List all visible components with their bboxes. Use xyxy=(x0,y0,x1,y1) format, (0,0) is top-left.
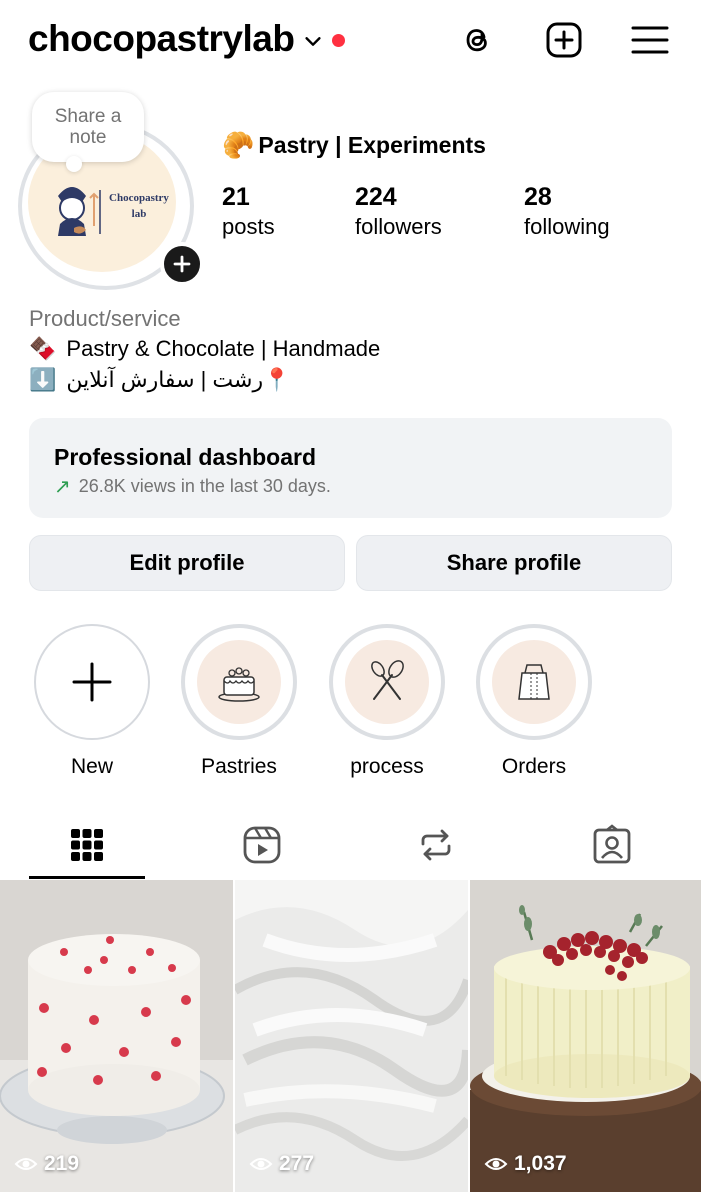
highlight-ring xyxy=(329,624,445,740)
dashboard-title: Professional dashboard xyxy=(54,444,317,470)
view-count: 277 xyxy=(249,1152,314,1176)
profile-category: Product/service xyxy=(29,306,181,331)
notification-dot xyxy=(332,34,346,47)
grid-icon xyxy=(71,829,103,861)
create-post-icon[interactable] xyxy=(544,20,584,60)
reels-icon xyxy=(243,826,281,864)
professional-dashboard-card[interactable]: Professional dashboard ↗ 26.8K views in … xyxy=(29,418,672,518)
view-count-text: 219 xyxy=(44,1152,80,1175)
highlight-orders[interactable]: Orders xyxy=(476,624,592,779)
avatar-brand-text: Chocopastry lab xyxy=(109,192,169,220)
paper-bag-icon xyxy=(518,664,550,700)
chocolate-emoji: 🍫 xyxy=(29,336,57,361)
whisk-icon xyxy=(371,660,404,700)
share-profile-button[interactable]: Share profile xyxy=(356,535,672,591)
following-label: following xyxy=(524,214,610,239)
add-story-button[interactable] xyxy=(160,242,204,286)
followers-count: 224 xyxy=(355,183,397,211)
highlight-new[interactable]: New xyxy=(34,624,150,779)
share-note-bubble[interactable]: Share a note xyxy=(32,92,144,172)
post-thumbnail[interactable]: 1,037 xyxy=(470,880,701,1192)
edit-profile-button[interactable]: Edit profile xyxy=(29,535,345,591)
highlight-label: Orders xyxy=(501,755,567,778)
followers-label: followers xyxy=(355,214,442,239)
view-count-text: 1,037 xyxy=(514,1152,567,1175)
display-name-text: Pastry | Experiments xyxy=(258,132,486,158)
posts-count: 21 xyxy=(222,183,250,211)
following-stat[interactable]: 28 following xyxy=(524,183,610,243)
highlight-pastries[interactable]: Pastries xyxy=(181,624,297,779)
highlight-label: Pastries xyxy=(201,755,277,778)
tab-reels[interactable] xyxy=(204,812,320,878)
croissant-emoji: 🥐 xyxy=(222,130,255,160)
down-arrow-emoji: ⬇️ xyxy=(29,367,57,392)
active-tab-indicator xyxy=(29,876,145,879)
following-count: 28 xyxy=(524,183,552,211)
tab-grid[interactable] xyxy=(29,812,145,878)
share-note-label: Share a note xyxy=(54,106,122,148)
post-thumbnail[interactable]: 219 xyxy=(0,880,233,1192)
chevron-down-icon[interactable] xyxy=(302,30,324,52)
bio-text: رشت | سفارش آنلاین📍 xyxy=(66,367,291,392)
top-bar: chocopastrylab xyxy=(0,0,701,84)
plus-icon xyxy=(72,662,112,702)
highlight-label: process xyxy=(350,755,424,778)
followers-stat[interactable]: 224 followers xyxy=(355,183,442,243)
account-switcher[interactable]: chocopastrylab xyxy=(28,18,346,60)
username[interactable]: chocopastrylab xyxy=(28,18,295,60)
highlight-ring xyxy=(181,624,297,740)
bio-line: ⬇️ رشت | سفارش آنلاین📍 xyxy=(29,367,291,393)
heart-cake-image xyxy=(0,880,233,1192)
profile-tabs xyxy=(0,812,701,880)
berry-cake-image xyxy=(470,880,701,1192)
eye-icon xyxy=(249,1158,273,1170)
posts-label: posts xyxy=(222,214,275,239)
threads-icon[interactable] xyxy=(457,20,497,60)
view-count: 1,037 xyxy=(484,1152,567,1176)
trend-up-icon: ↗ xyxy=(54,476,71,498)
plus-icon xyxy=(173,255,191,273)
post-thumbnail[interactable]: 277 xyxy=(235,880,468,1192)
eye-icon xyxy=(14,1158,38,1170)
cake-icon xyxy=(218,667,260,702)
dashboard-subtitle: ↗ 26.8K views in the last 30 days. xyxy=(54,474,331,499)
highlight-ring xyxy=(476,624,592,740)
eye-icon xyxy=(484,1158,508,1170)
bio-line: 🍫 Pastry & Chocolate | Handmade xyxy=(29,336,380,362)
highlight-ring xyxy=(34,624,150,740)
bio-text: Pastry & Chocolate | Handmade xyxy=(66,336,381,361)
tagged-icon xyxy=(593,824,631,864)
view-count: 219 xyxy=(14,1152,79,1176)
highlight-label: New xyxy=(70,755,113,778)
post-grid: 219 277 1,037 xyxy=(0,880,701,1200)
menu-icon[interactable] xyxy=(630,20,670,60)
display-name: 🥐 Pastry | Experiments xyxy=(222,130,486,161)
view-count-text: 277 xyxy=(279,1152,315,1175)
tab-tagged[interactable] xyxy=(554,812,670,878)
reposts-icon xyxy=(421,829,451,861)
tab-reposts[interactable] xyxy=(378,812,494,878)
highlight-process[interactable]: process xyxy=(329,624,445,779)
frosting-image xyxy=(235,880,468,1192)
posts-stat[interactable]: 21 posts xyxy=(222,183,275,243)
dashboard-views-text: 26.8K views in the last 30 days. xyxy=(78,476,331,496)
